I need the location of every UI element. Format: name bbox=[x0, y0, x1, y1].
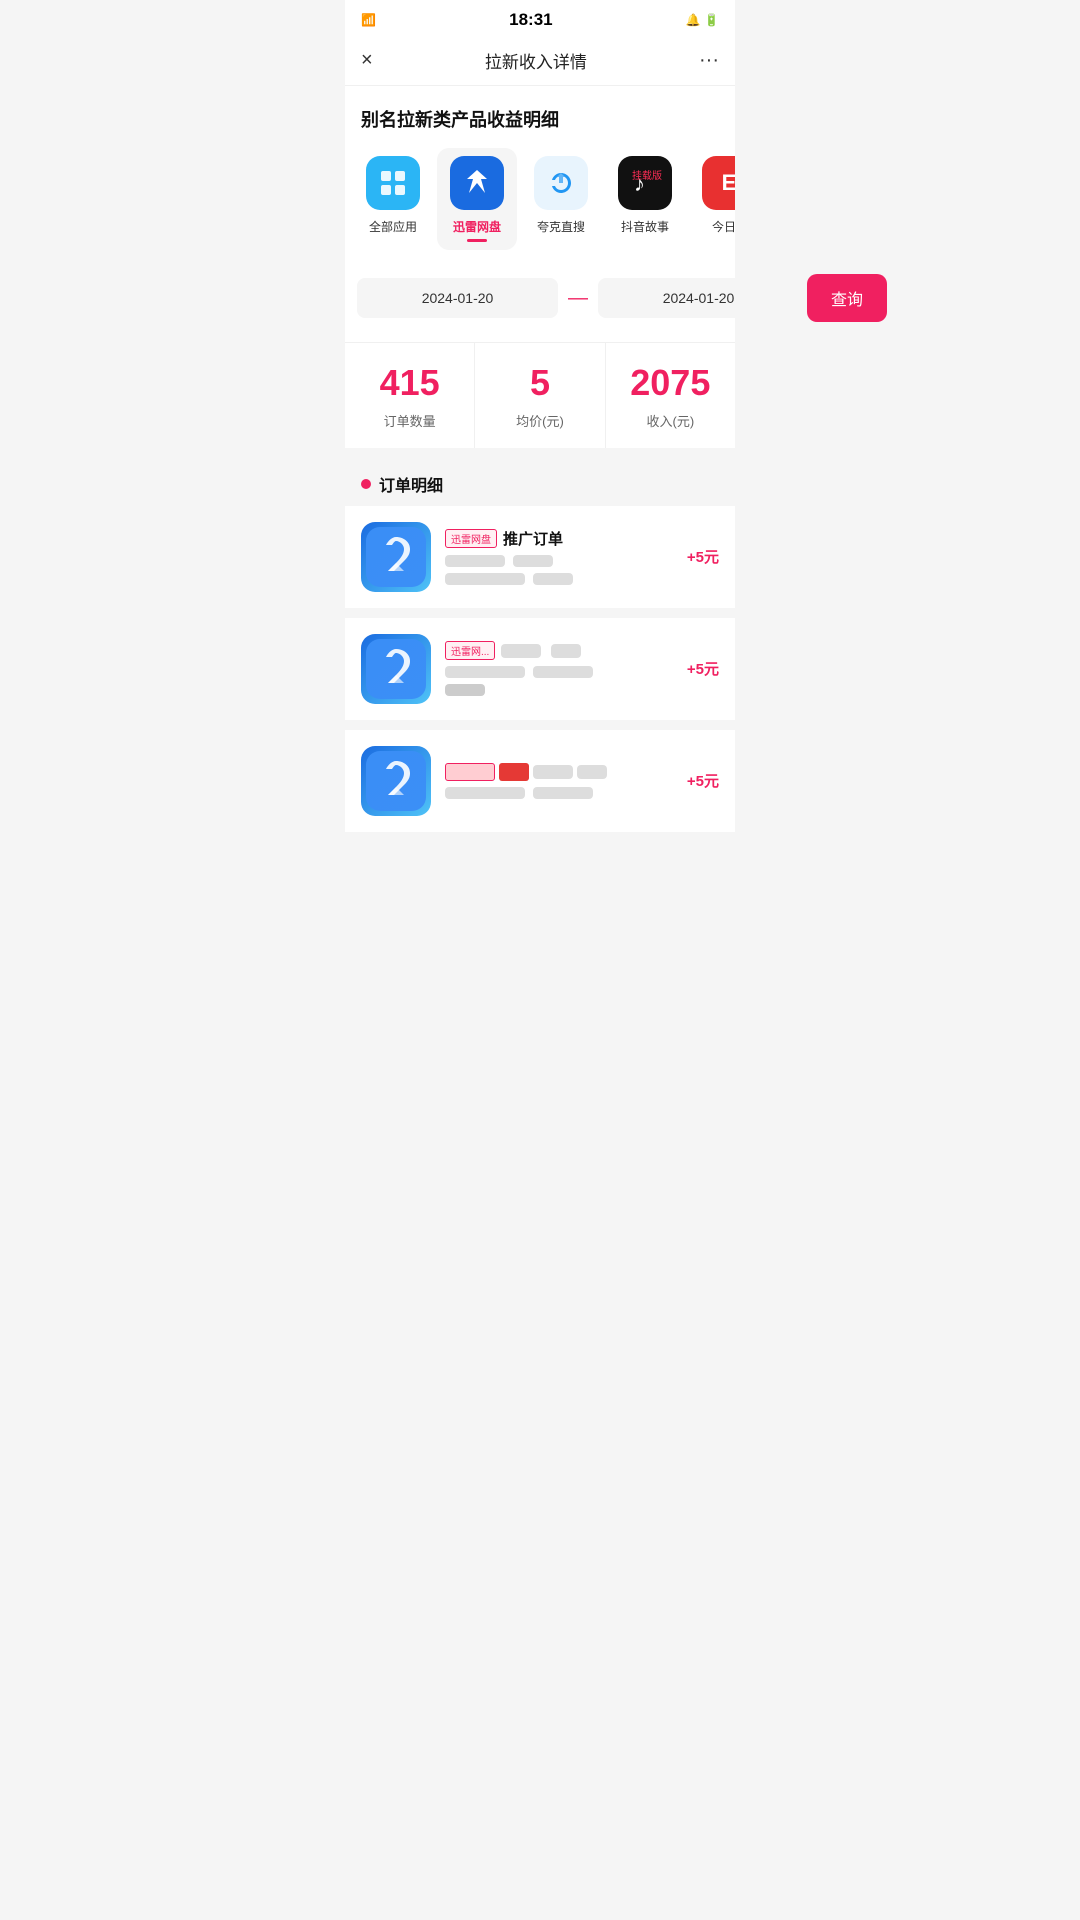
blur-block-8 bbox=[445, 787, 525, 799]
blur-block-3 bbox=[445, 573, 525, 585]
battery-indicator: 🔔 🔋 bbox=[686, 13, 719, 27]
douyin-icon: ♪ 挂载版 bbox=[618, 156, 672, 210]
end-date-input[interactable] bbox=[598, 278, 799, 318]
tab-today[interactable]: E 今日... bbox=[689, 148, 735, 250]
order-amount-2: +5元 bbox=[687, 658, 719, 679]
order-meta-blurred-2 bbox=[445, 573, 673, 585]
order-info: 迅雷网盘 推广订单 bbox=[445, 528, 673, 585]
blur-title-4 bbox=[577, 765, 607, 779]
tab-douyin[interactable]: ♪ 挂载版 抖音故事 bbox=[605, 148, 685, 250]
app-tabs-container: 全部应用 迅雷网盘 夸克直搜 bbox=[345, 148, 735, 262]
more-button[interactable]: ··· bbox=[699, 49, 719, 72]
order-app-tag: 迅雷网盘 bbox=[445, 529, 497, 548]
query-button[interactable]: 查询 bbox=[807, 274, 887, 322]
today-label: 今日... bbox=[712, 218, 735, 235]
status-time: 18:31 bbox=[509, 10, 552, 30]
main-content: 别名拉新类产品收益明细 全部应用 迅雷网盘 bbox=[345, 86, 735, 448]
blur-title bbox=[501, 644, 541, 658]
order-card-partial[interactable]: +5元 bbox=[345, 730, 735, 832]
all-apps-icon bbox=[366, 156, 420, 210]
stat-orders: 415 订单数量 bbox=[345, 343, 475, 448]
order-dot bbox=[361, 479, 371, 489]
page-header: × 拉新收入详情 ··· bbox=[345, 36, 735, 86]
douyin-label: 抖音故事 bbox=[621, 218, 669, 235]
blur-block-6 bbox=[533, 666, 593, 678]
section-title: 别名拉新类产品收益明细 bbox=[345, 86, 735, 148]
tab-xunlei[interactable]: 迅雷网盘 bbox=[437, 148, 517, 250]
blur-block-4 bbox=[533, 573, 573, 585]
order-app-icon-3 bbox=[361, 746, 431, 816]
order-info-3 bbox=[445, 763, 673, 799]
all-apps-label: 全部应用 bbox=[369, 218, 417, 235]
stats-row: 415 订单数量 5 均价(元) 2075 收入(元) bbox=[345, 342, 735, 448]
kuake-icon bbox=[534, 156, 588, 210]
order-section: 订单明细 迅雷网盘 推广订单 bbox=[345, 448, 735, 832]
order-card[interactable]: 迅雷网... +5元 bbox=[345, 618, 735, 720]
order-card[interactable]: 迅雷网盘 推广订单 +5元 bbox=[345, 506, 735, 608]
order-section-title: 订单明细 bbox=[379, 472, 443, 496]
order-meta-blurred-4 bbox=[445, 684, 673, 696]
blur-block-7 bbox=[445, 684, 485, 696]
blur-title-2 bbox=[551, 644, 581, 658]
blur-block-2 bbox=[513, 555, 553, 567]
svg-text:挂载版: 挂载版 bbox=[632, 169, 662, 182]
blur-tag-dark bbox=[499, 763, 529, 781]
order-amount: +5元 bbox=[687, 546, 719, 567]
avg-price-label: 均价(元) bbox=[516, 411, 564, 430]
order-app-icon bbox=[361, 522, 431, 592]
order-title-row-2: 迅雷网... bbox=[445, 641, 673, 660]
order-meta-blurred-5 bbox=[445, 787, 673, 799]
date-filter: — 查询 bbox=[345, 262, 735, 334]
income-label: 收入(元) bbox=[646, 411, 694, 430]
order-title-row-3 bbox=[445, 763, 673, 781]
tab-kuake[interactable]: 夸克直搜 bbox=[521, 148, 601, 250]
stat-avg-price: 5 均价(元) bbox=[475, 343, 605, 448]
tab-all-apps[interactable]: 全部应用 bbox=[353, 148, 433, 250]
blur-title-3 bbox=[533, 765, 573, 779]
blur-block-9 bbox=[533, 787, 593, 799]
xunlei-icon bbox=[450, 156, 504, 210]
order-section-header: 订单明细 bbox=[345, 458, 735, 506]
page-title: 拉新收入详情 bbox=[485, 48, 587, 73]
order-meta-blurred-3 bbox=[445, 666, 673, 678]
blur-block-5 bbox=[445, 666, 525, 678]
order-meta-blurred bbox=[445, 555, 673, 567]
status-bar: 📶 18:31 🔔 🔋 bbox=[345, 0, 735, 36]
blur-block-1 bbox=[445, 555, 505, 567]
kuake-label: 夸克直搜 bbox=[537, 218, 585, 235]
blur-tag-red bbox=[445, 763, 495, 781]
signal-indicator: 📶 bbox=[361, 13, 376, 27]
date-separator: — bbox=[566, 287, 590, 310]
income-value: 2075 bbox=[630, 363, 710, 403]
order-type: 推广订单 bbox=[503, 528, 563, 549]
orders-label: 订单数量 bbox=[384, 411, 436, 430]
start-date-input[interactable] bbox=[357, 278, 558, 318]
xunlei-underline bbox=[467, 239, 487, 242]
stat-income: 2075 收入(元) bbox=[606, 343, 735, 448]
order-info-2: 迅雷网... bbox=[445, 641, 673, 696]
order-app-icon-2 bbox=[361, 634, 431, 704]
xunlei-label: 迅雷网盘 bbox=[453, 218, 501, 235]
today-icon: E bbox=[702, 156, 735, 210]
order-title-row: 迅雷网盘 推广订单 bbox=[445, 528, 673, 549]
avg-price-value: 5 bbox=[530, 363, 550, 403]
order-amount-3: +5元 bbox=[687, 770, 719, 791]
order-app-tag-2: 迅雷网... bbox=[445, 641, 495, 660]
orders-value: 415 bbox=[380, 363, 440, 403]
close-button[interactable]: × bbox=[361, 49, 373, 72]
